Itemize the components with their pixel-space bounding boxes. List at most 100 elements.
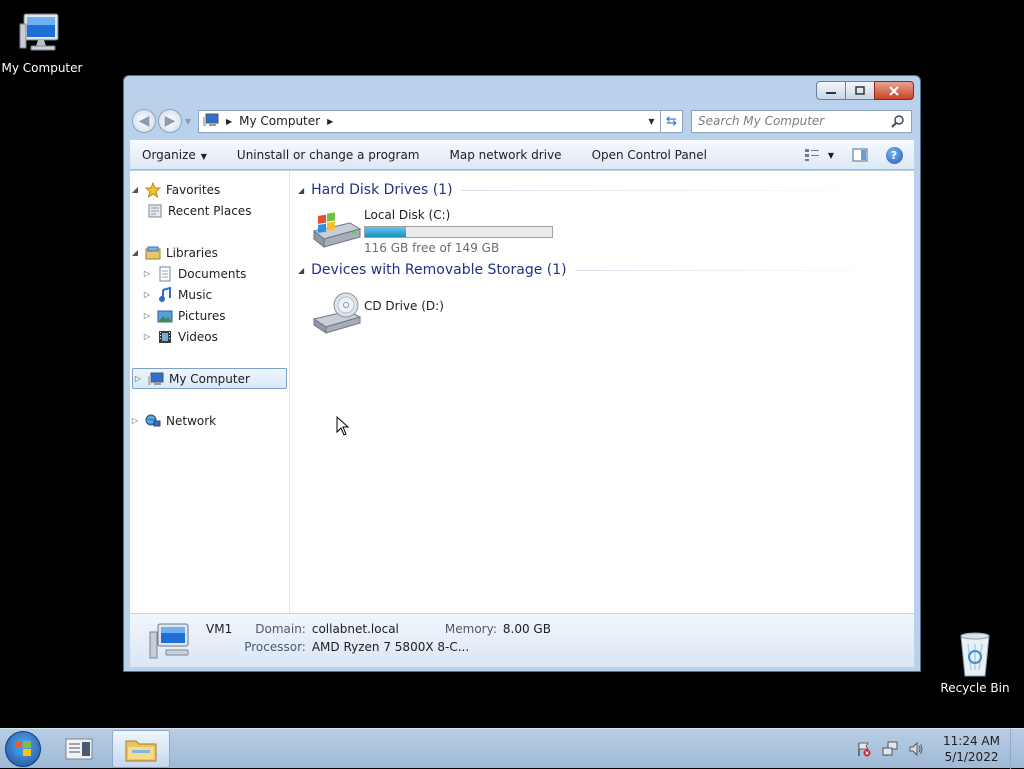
close-button[interactable] <box>874 81 914 100</box>
nav-item-videos[interactable]: ▷ Videos <box>130 326 289 347</box>
computer-small-icon <box>203 113 219 130</box>
star-icon <box>144 181 162 198</box>
group-title: Devices with Removable Storage (1) <box>311 262 567 278</box>
videos-icon <box>156 329 174 345</box>
change-view-button[interactable] <box>800 145 824 165</box>
windows-logo-icon <box>5 730 41 767</box>
restore-button[interactable] <box>845 81 875 100</box>
group-divider <box>574 269 908 271</box>
window-body: ◢ Favorites Recent Places ◢ Libraries ▷ <box>130 171 914 613</box>
collapse-arrow-icon[interactable]: ◢ <box>130 185 140 194</box>
computer-icon <box>146 622 194 662</box>
address-bar[interactable]: ▶ My Computer ▶ ▼ <box>198 109 661 133</box>
desktop-icon-my-computer[interactable]: My Computer <box>0 10 84 75</box>
expand-arrow-icon[interactable]: ▷ <box>133 374 143 383</box>
nav-item-network[interactable]: ▷ Network <box>130 410 289 431</box>
nav-item-libraries[interactable]: ◢ Libraries <box>130 242 289 263</box>
refresh-button[interactable]: ⇆ <box>661 109 683 133</box>
desktop-icon-recycle-bin[interactable]: Recycle Bin <box>933 630 1017 695</box>
collapse-arrow-icon[interactable]: ◢ <box>298 186 304 195</box>
clock-time: 11:24 AM <box>943 733 1000 748</box>
recycle-bin-icon <box>951 630 999 678</box>
open-control-panel-button[interactable]: Open Control Panel <box>592 148 707 162</box>
expand-arrow-icon[interactable]: ▷ <box>142 269 152 278</box>
view-options-icon <box>805 149 819 161</box>
nav-item-music[interactable]: ▷ Music <box>130 284 289 305</box>
uninstall-program-button[interactable]: Uninstall or change a program <box>237 148 420 162</box>
memory-label: Memory: <box>444 622 497 636</box>
cd-drive-icon <box>310 289 362 335</box>
refresh-icon: ⇆ <box>666 113 677 129</box>
back-arrow-icon: ◀ <box>138 113 150 129</box>
libraries-icon <box>144 245 162 261</box>
window-controls <box>816 81 914 100</box>
content-pane: ◢ Hard Disk Drives (1) Local Disk (C:) 1… <box>290 171 914 613</box>
drive-cd-drive-d[interactable]: CD Drive (D:) <box>310 289 908 337</box>
details-pane: VM1 Domain: collabnet.local Memory: 8.00… <box>130 613 914 667</box>
forward-button[interactable]: ▶ <box>158 109 182 133</box>
taskbar-server-manager-button[interactable] <box>50 730 108 768</box>
drive-free-space: 116 GB free of 149 GB <box>364 241 500 255</box>
search-box[interactable] <box>691 109 912 133</box>
desktop-icon-label: My Computer <box>1 61 83 75</box>
group-header-hard-disk-drives[interactable]: ◢ Hard Disk Drives (1) <box>298 179 908 201</box>
organize-label: Organize <box>142 148 196 162</box>
back-button[interactable]: ◀ <box>132 109 156 133</box>
computer-small-icon <box>147 371 165 387</box>
nav-item-my-computer[interactable]: ▷ My Computer <box>132 368 287 389</box>
server-manager-icon <box>65 738 93 759</box>
desktop: My Computer Recycle Bin ◀ ▶ ▼ ▶ My Compu… <box>0 0 1024 728</box>
expand-arrow-icon[interactable]: ▷ <box>142 311 152 320</box>
drive-usage-bar <box>364 226 553 238</box>
preview-pane-button[interactable] <box>848 145 872 165</box>
drive-name: CD Drive (D:) <box>364 299 444 313</box>
expand-arrow-icon[interactable]: ▷ <box>142 332 152 341</box>
nav-item-documents[interactable]: ▷ Documents <box>130 263 289 284</box>
collapse-arrow-icon[interactable]: ◢ <box>298 266 304 275</box>
taskbar-explorer-button[interactable] <box>112 729 170 768</box>
nav-item-recent-places[interactable]: Recent Places <box>130 200 289 221</box>
address-dropdown-icon[interactable]: ▼ <box>642 116 660 126</box>
start-button[interactable] <box>0 729 46 769</box>
documents-icon <box>156 266 174 282</box>
more-views-dropdown[interactable]: ▼ <box>824 145 838 165</box>
recent-pages-dropdown[interactable]: ▼ <box>182 117 194 126</box>
chevron-down-icon: ▼ <box>827 150 835 160</box>
organize-button[interactable]: Organize ▼ <box>142 148 207 162</box>
collapse-arrow-icon[interactable]: ◢ <box>130 248 140 257</box>
computer-name: VM1 <box>206 622 233 636</box>
recent-places-icon <box>146 203 164 219</box>
help-button[interactable]: ? <box>882 145 906 165</box>
nav-label: Music <box>178 287 213 302</box>
action-center-flag-icon[interactable] <box>854 739 874 759</box>
network-icon <box>144 413 162 429</box>
address-row: ◀ ▶ ▼ ▶ My Computer ▶ ▼ ⇆ <box>132 108 912 134</box>
nav-label: My Computer <box>169 371 250 386</box>
volume-icon[interactable] <box>906 739 926 759</box>
drive-local-disk-c[interactable]: Local Disk (C:) 116 GB free of 149 GB <box>310 205 908 255</box>
network-tray-icon[interactable] <box>880 739 900 759</box>
computer-icon <box>18 10 66 58</box>
nav-item-favorites[interactable]: ◢ Favorites <box>130 179 289 200</box>
breadcrumb-separator-icon[interactable]: ▶ <box>226 117 232 126</box>
show-desktop-button[interactable] <box>1010 728 1024 769</box>
taskbar-clock[interactable]: 11:24 AM 5/1/2022 <box>943 733 1000 765</box>
taskbar: 11:24 AM 5/1/2022 <box>0 728 1024 769</box>
breadcrumb-separator-icon[interactable]: ▶ <box>327 117 333 126</box>
nav-item-pictures[interactable]: ▷ Pictures <box>130 305 289 326</box>
group-header-removable-storage[interactable]: ◢ Devices with Removable Storage (1) <box>298 259 908 281</box>
explorer-window: ◀ ▶ ▼ ▶ My Computer ▶ ▼ ⇆ Organize ▼ Unin… <box>123 75 921 672</box>
drive-name: Local Disk (C:) <box>364 208 451 222</box>
search-icon[interactable] <box>891 114 905 128</box>
nav-label: Favorites <box>166 182 221 197</box>
clock-date: 5/1/2022 <box>944 749 999 764</box>
breadcrumb-my-computer[interactable]: My Computer <box>239 114 320 128</box>
expand-arrow-icon[interactable]: ▷ <box>130 416 140 425</box>
search-input[interactable] <box>698 114 891 128</box>
group-title: Hard Disk Drives (1) <box>311 182 453 198</box>
navigation-pane: ◢ Favorites Recent Places ◢ Libraries ▷ <box>130 171 290 613</box>
forward-arrow-icon: ▶ <box>164 113 176 129</box>
expand-arrow-icon[interactable]: ▷ <box>142 290 152 299</box>
map-network-drive-button[interactable]: Map network drive <box>450 148 562 162</box>
minimize-button[interactable] <box>816 81 846 100</box>
